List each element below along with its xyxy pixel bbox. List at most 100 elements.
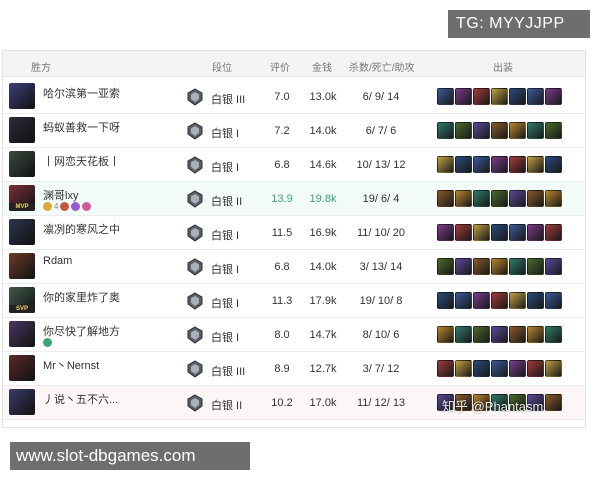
- item-icon[interactable]: [509, 190, 526, 207]
- item-icon[interactable]: [455, 190, 472, 207]
- player-name[interactable]: 渊哥lxy: [43, 187, 78, 203]
- item-icon[interactable]: [455, 326, 472, 343]
- item-icon[interactable]: [509, 360, 526, 377]
- item-icon[interactable]: [491, 190, 508, 207]
- champion-avatar[interactable]: MVP: [9, 185, 35, 211]
- item-icon[interactable]: [545, 190, 562, 207]
- champion-avatar[interactable]: [9, 83, 35, 109]
- champion-avatar[interactable]: [9, 389, 35, 415]
- item-icon[interactable]: [437, 258, 454, 275]
- item-icon[interactable]: [437, 156, 454, 173]
- player-name[interactable]: 丨网恋天花板丨: [43, 153, 120, 169]
- item-icon[interactable]: [509, 122, 526, 139]
- item-icon[interactable]: [527, 88, 544, 105]
- item-icon[interactable]: [491, 360, 508, 377]
- item-icon[interactable]: [491, 122, 508, 139]
- item-icon[interactable]: [437, 122, 454, 139]
- item-icon[interactable]: [455, 224, 472, 241]
- item-icon[interactable]: [473, 258, 490, 275]
- item-icon[interactable]: [473, 360, 490, 377]
- player-name[interactable]: 凛冽的寒风之中: [43, 221, 120, 237]
- mvp-badge: MVP: [9, 203, 35, 211]
- kda-value: 3/ 7/ 12: [362, 363, 400, 375]
- item-icon[interactable]: [491, 88, 508, 105]
- table-row[interactable]: Rdam 白银 I 6.8 14.0k 3/ 13/ 14: [3, 250, 585, 284]
- item-icon[interactable]: [545, 156, 562, 173]
- item-icon[interactable]: [455, 360, 472, 377]
- champion-avatar[interactable]: [9, 219, 35, 245]
- item-icon[interactable]: [455, 156, 472, 173]
- item-icon[interactable]: [437, 88, 454, 105]
- item-icon[interactable]: [491, 258, 508, 275]
- table-row[interactable]: 你尽快了解地方 白银 I 8.0 14.7k 8/ 10/ 6: [3, 318, 585, 352]
- item-icon[interactable]: [545, 326, 562, 343]
- item-icon[interactable]: [455, 122, 472, 139]
- table-row[interactable]: SVP 你的家里炸了奥 白银 I 11.3 17.9k 19/ 10/ 8: [3, 284, 585, 318]
- item-icon[interactable]: [491, 326, 508, 343]
- table-row[interactable]: 哈尔滨第一亚索 白银 III 7.0 13.0k 6/ 9/ 14: [3, 80, 585, 114]
- item-icon[interactable]: [437, 326, 454, 343]
- item-icon[interactable]: [437, 190, 454, 207]
- item-icon[interactable]: [527, 224, 544, 241]
- item-icon[interactable]: [491, 156, 508, 173]
- item-icon[interactable]: [473, 156, 490, 173]
- kda-value: 19/ 10/ 8: [359, 295, 403, 307]
- table-row[interactable]: 凛冽的寒风之中 白银 I 11.5 16.9k 11/ 10/ 20: [3, 216, 585, 250]
- item-icon[interactable]: [473, 122, 490, 139]
- item-icon[interactable]: [437, 224, 454, 241]
- player-name[interactable]: Mr丶Nernst: [43, 357, 99, 373]
- item-icon[interactable]: [437, 292, 454, 309]
- champion-avatar[interactable]: [9, 253, 35, 279]
- item-icon[interactable]: [473, 88, 490, 105]
- item-icon[interactable]: [509, 326, 526, 343]
- table-row[interactable]: 蚂蚁善救一下呀 白银 I 7.2 14.0k 6/ 7/ 6: [3, 114, 585, 148]
- item-icon[interactable]: [473, 326, 490, 343]
- champion-avatar[interactable]: [9, 321, 35, 347]
- player-name[interactable]: 丿说丶五不六...: [43, 391, 118, 407]
- item-icon[interactable]: [527, 190, 544, 207]
- item-build: [437, 292, 562, 309]
- item-build: [437, 190, 562, 207]
- item-icon[interactable]: [509, 88, 526, 105]
- player-name[interactable]: 蚂蚁善救一下呀: [43, 119, 120, 135]
- item-icon[interactable]: [473, 292, 490, 309]
- item-icon[interactable]: [545, 292, 562, 309]
- item-icon[interactable]: [527, 156, 544, 173]
- item-icon[interactable]: [455, 292, 472, 309]
- item-icon[interactable]: [545, 224, 562, 241]
- table-row[interactable]: Mr丶Nernst 白银 III 8.9 12.7k 3/ 7/ 12: [3, 352, 585, 386]
- item-icon[interactable]: [455, 88, 472, 105]
- item-icon[interactable]: [455, 258, 472, 275]
- player-name[interactable]: Rdam: [43, 255, 72, 267]
- table-row[interactable]: MVP 渊哥lxy 4 白银 II 13.9 19.8k 19/ 6/ 4: [3, 182, 585, 216]
- item-icon[interactable]: [491, 292, 508, 309]
- item-icon[interactable]: [473, 190, 490, 207]
- score-value: 7.2: [274, 125, 290, 137]
- item-icon[interactable]: [527, 292, 544, 309]
- item-icon[interactable]: [509, 258, 526, 275]
- item-icon[interactable]: [509, 292, 526, 309]
- item-icon[interactable]: [509, 156, 526, 173]
- item-icon[interactable]: [527, 360, 544, 377]
- player-name[interactable]: 你尽快了解地方: [43, 323, 120, 339]
- item-icon[interactable]: [545, 258, 562, 275]
- champion-avatar[interactable]: SVP: [9, 287, 35, 313]
- item-icon[interactable]: [527, 326, 544, 343]
- item-icon[interactable]: [545, 122, 562, 139]
- item-icon[interactable]: [509, 224, 526, 241]
- champion-avatar[interactable]: [9, 117, 35, 143]
- item-icon[interactable]: [473, 224, 490, 241]
- champion-avatar[interactable]: [9, 355, 35, 381]
- item-icon[interactable]: [527, 122, 544, 139]
- champion-avatar[interactable]: [9, 151, 35, 177]
- rank-emblem-icon: [186, 190, 204, 208]
- item-icon[interactable]: [437, 360, 454, 377]
- item-icon[interactable]: [491, 224, 508, 241]
- player-name[interactable]: 你的家里炸了奥: [43, 289, 120, 305]
- item-icon[interactable]: [545, 394, 562, 411]
- player-name[interactable]: 哈尔滨第一亚索: [43, 85, 120, 101]
- item-icon[interactable]: [527, 258, 544, 275]
- item-icon[interactable]: [545, 360, 562, 377]
- item-icon[interactable]: [545, 88, 562, 105]
- table-row[interactable]: 丨网恋天花板丨 白银 I 6.8 14.6k 10/ 13/ 12: [3, 148, 585, 182]
